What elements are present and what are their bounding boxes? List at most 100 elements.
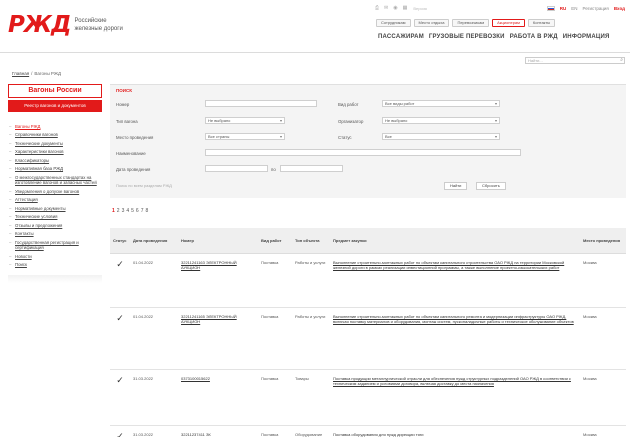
sidebar-item[interactable]: Контакты (8, 230, 102, 239)
sidebar-item[interactable]: Технические условия (8, 213, 102, 222)
sidebar-item[interactable]: Государственная регистрация и сертификац… (8, 238, 102, 252)
page-link[interactable]: 8 (145, 208, 148, 214)
page-link[interactable]: 3 (122, 208, 125, 214)
rzd-logo-mark: РЖД (8, 12, 71, 38)
form-note: Поиск по всем разделам РЖД (116, 183, 172, 188)
page-link[interactable]: 1 (112, 208, 115, 214)
version-label[interactable]: Версия (413, 6, 427, 11)
top-button-contacts[interactable]: Контакты (527, 19, 556, 27)
cell-kind: Поставка (258, 253, 292, 308)
cell-date: 01.04.2022 (130, 253, 178, 308)
print-icon[interactable]: ⎙ (375, 5, 379, 11)
status-select[interactable]: Все (382, 133, 500, 140)
lang-ru[interactable]: RU (560, 6, 567, 11)
owner-select[interactable]: Все страны (205, 133, 285, 140)
col-number[interactable]: Номер (178, 228, 258, 254)
header-divider (0, 52, 630, 53)
cell-subject-link[interactable]: Поставка оборудования для нужд дирекции … (330, 425, 580, 437)
page-link[interactable]: 4 (126, 208, 129, 214)
main-nav: ПАССАЖИРАМ ГРУЗОВЫЕ ПЕРЕВОЗКИ РАБОТА В Р… (378, 34, 610, 40)
top-button-staff[interactable]: Сотрудникам (376, 19, 411, 27)
col-place[interactable]: Место проведения (580, 228, 626, 254)
top-button-carriers[interactable]: Перевозчикам (452, 19, 490, 27)
kind-select[interactable]: Все виды работ (382, 100, 500, 107)
sidebar-item[interactable]: Отзывы и предложения (8, 221, 102, 230)
label-customer: Организатор (338, 119, 364, 124)
cell-subject-link[interactable]: Выполнение строительно-монтажных работ п… (330, 253, 580, 308)
page-link[interactable]: 7 (141, 208, 144, 214)
sidebar-item[interactable]: О межгосударственных стандартах на изгот… (8, 173, 102, 187)
breadcrumb-home[interactable]: Главная (12, 71, 29, 76)
search-icon[interactable]: ⌕ (620, 58, 623, 63)
cell-subject-link[interactable]: Выполнение строительно-монтажных работ п… (330, 307, 580, 370)
eye-icon[interactable]: ◉ (393, 5, 397, 11)
type-select[interactable]: Не выбрано (205, 117, 285, 124)
search-input[interactable]: Найти... ⌕ (525, 57, 625, 64)
checkmark-icon: ✓ (110, 425, 130, 437)
table-row[interactable]: ✓ 01.04.2022 32211241163 ЭЛЕКТРОННЫЙ АУК… (110, 253, 626, 308)
sidebar-item[interactable]: Уведомления о допуске вагонов (8, 187, 102, 196)
label-kind: Вид работ (338, 102, 359, 107)
login-link[interactable]: Вход (614, 6, 625, 11)
col-status[interactable]: Статус (110, 228, 130, 254)
sidebar-item[interactable]: Аттестация (8, 196, 102, 205)
label-owner: Место проведения (116, 135, 154, 140)
col-date[interactable]: Дата проведения (130, 228, 178, 254)
sidebar-item[interactable]: Справочники вагонов (8, 131, 102, 140)
cell-number-link[interactable]: 32211237411 ЗК (178, 425, 258, 437)
sidebar-title[interactable]: Вагоны России (8, 84, 102, 98)
sidebar-item[interactable]: Вагоны РЖД (8, 122, 102, 131)
results-table: Статус Дата проведения Номер Вид работ Т… (110, 228, 626, 437)
language-switch: RU EN Регистрация Вход (546, 5, 625, 11)
page-link[interactable]: 6 (136, 208, 139, 214)
cell-number-link[interactable]: 32211241165 ЭЛЕКТРОННЫЙ АУКЦИОН (178, 307, 258, 370)
number-field[interactable] (205, 100, 317, 107)
table-row[interactable]: ✓ 31.03.2022 32211237411 ЗК Поставка Обо… (110, 425, 626, 437)
col-type[interactable]: Тип объекта (292, 228, 330, 254)
cell-subject-link[interactable]: Поставка продукции металлургической отра… (330, 369, 580, 426)
customer-select[interactable]: Не выбрано (382, 117, 500, 124)
name-field[interactable] (205, 149, 521, 156)
cell-number-link[interactable]: 0373100015622 (178, 369, 258, 426)
table-row[interactable]: ✓ 01.04.2022 32211241165 ЭЛЕКТРОННЫЙ АУК… (110, 307, 626, 370)
sidebar-item[interactable]: Нормативные документы (8, 204, 102, 213)
register-link[interactable]: Регистрация (583, 6, 609, 11)
mail-icon[interactable]: ✉ (384, 5, 388, 11)
col-subject[interactable]: Предмет закупки (330, 228, 580, 254)
page-link[interactable]: 5 (131, 208, 134, 214)
form-title: ПОИСК (116, 88, 132, 93)
brand-logo[interactable]: РЖД Российские железные дороги (8, 14, 123, 37)
reset-button[interactable]: Сбросить (476, 182, 506, 190)
search-button[interactable]: Найти (444, 182, 468, 190)
owner-select-value: Все страны (208, 134, 230, 139)
breadcrumb-current: Вагоны РЖД (34, 71, 62, 76)
lang-en[interactable]: EN (571, 6, 577, 11)
breadcrumb: Главная / Вагоны РЖД (12, 71, 61, 76)
nav-jobs[interactable]: РАБОТА В РЖД (510, 34, 558, 40)
checkmark-icon: ✓ (110, 253, 130, 308)
cell-number-link[interactable]: 32211241163 ЭЛЕКТРОННЫЙ АУКЦИОН (178, 253, 258, 308)
sidebar-item[interactable]: Нормативная база РЖД (8, 165, 102, 174)
date-separator: по (271, 167, 276, 172)
top-button-rest[interactable]: Место отдыха (413, 19, 450, 27)
sidebar-item[interactable]: Характеристики вагонов (8, 148, 102, 157)
label-date: Дата проведения (116, 167, 151, 172)
sidebar-item[interactable]: Новости (8, 252, 102, 261)
registry-button[interactable]: Реестр вагонов и документов (8, 100, 102, 112)
nav-info[interactable]: ИНФОРМАЦИЯ (563, 34, 610, 40)
sidebar-item[interactable]: Технические документы (8, 139, 102, 148)
sidebar-item[interactable]: Поиск (8, 261, 102, 270)
tool-icons: ⎙ ✉ ◉ ▦ (375, 5, 407, 11)
top-button-shareholders[interactable]: Акционерам (492, 19, 525, 27)
top-button-row: Сотрудникам Место отдыха Перевозчикам Ак… (376, 19, 556, 27)
sitemap-icon[interactable]: ▦ (403, 5, 408, 11)
col-kind[interactable]: Вид работ (258, 228, 292, 254)
nav-freight[interactable]: ГРУЗОВЫЕ ПЕРЕВОЗКИ (429, 34, 505, 40)
page-link[interactable]: 2 (117, 208, 120, 214)
table-row[interactable]: ✓ 31.03.2022 0373100015622 Поставка Това… (110, 369, 626, 426)
date-from-field[interactable] (205, 165, 268, 172)
nav-passengers[interactable]: ПАССАЖИРАМ (378, 34, 424, 40)
sidebar-item[interactable]: Классификаторы (8, 156, 102, 165)
top-tools: ⎙ ✉ ◉ ▦ Версия RU EN Регистрация Вход (375, 5, 625, 11)
date-to-field[interactable] (280, 165, 343, 172)
